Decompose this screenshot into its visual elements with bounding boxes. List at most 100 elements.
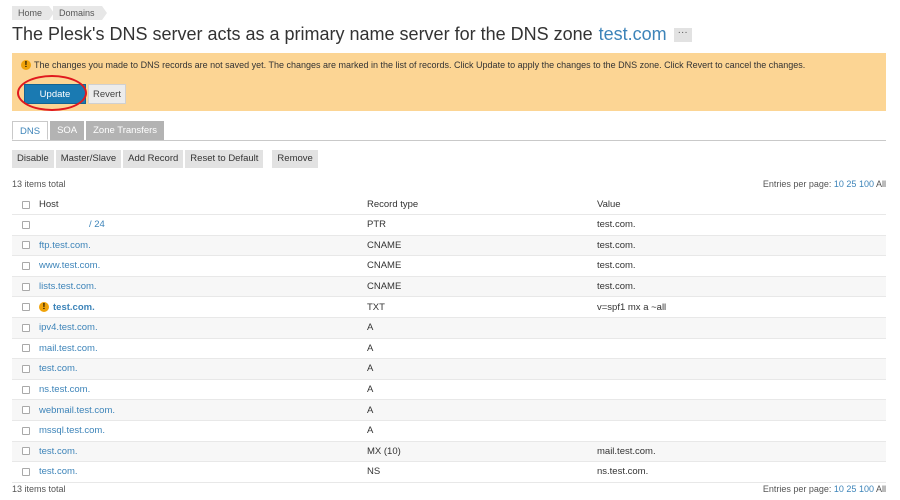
table-row-modified: ! test.com. TXT v=spf1 mx a ~all	[12, 297, 886, 318]
toolbar: Disable Master/Slave Add Record Reset to…	[12, 150, 320, 168]
host-link[interactable]: mail.test.com.	[39, 343, 98, 354]
row-checkbox[interactable]	[21, 364, 30, 373]
host-link[interactable]: webmail.test.com.	[39, 405, 115, 416]
row-checkbox[interactable]	[21, 261, 30, 270]
record-type: NS	[367, 466, 381, 478]
host-link[interactable]: test.com.	[39, 466, 78, 477]
column-value[interactable]: Value	[597, 199, 886, 210]
per-page-10[interactable]: 10	[834, 179, 844, 189]
row-checkbox[interactable]	[21, 406, 30, 415]
warning-text: The changes you made to DNS records are …	[34, 60, 806, 70]
per-page-10[interactable]: 10	[834, 484, 844, 494]
revert-button[interactable]: Revert	[88, 84, 126, 104]
more-actions-button[interactable]: ···	[673, 27, 692, 42]
tab-zone-transfers[interactable]: Zone Transfers	[86, 121, 165, 140]
entries-per-page-bottom: Entries per page: 10 25 100 All	[763, 484, 886, 494]
table-row: lists.test.com. CNAME test.com.	[12, 276, 886, 298]
row-checkbox[interactable]	[21, 220, 30, 229]
host-link[interactable]: ftp.test.com.	[39, 240, 91, 251]
breadcrumb-domains[interactable]: Domains	[53, 6, 107, 20]
per-page-25[interactable]: 25	[846, 484, 856, 494]
row-checkbox[interactable]	[21, 344, 30, 353]
row-checkbox[interactable]	[21, 467, 30, 476]
record-type: A	[367, 342, 374, 354]
record-value: v=spf1 mx a ~all	[597, 301, 667, 313]
per-page-label: Entries per page:	[762, 179, 832, 189]
host-link[interactable]: / 24	[89, 219, 105, 230]
table-row: ftp.test.com. CNAME test.com.	[12, 235, 886, 257]
record-value: mail.test.com.	[597, 445, 656, 457]
breadcrumb-home[interactable]: Home	[12, 6, 55, 20]
disable-button[interactable]: Disable	[12, 150, 54, 168]
table-header: Host Record type Value	[12, 195, 886, 215]
modified-warning-icon: !	[39, 302, 49, 313]
table-row: test.com. MX (10) mail.test.com.	[12, 441, 886, 463]
row-checkbox[interactable]	[21, 282, 30, 291]
per-page-all: All	[875, 484, 886, 494]
per-page-25[interactable]: 25	[846, 179, 856, 189]
per-page-all: All	[875, 179, 886, 189]
add-record-button[interactable]: Add Record	[123, 150, 184, 168]
record-type: CNAME	[367, 239, 402, 251]
host-link[interactable]: test.com.	[39, 363, 78, 374]
column-host[interactable]: Host	[39, 199, 367, 210]
column-record-type[interactable]: Record type	[367, 199, 597, 210]
table-row: mssql.test.com. A	[12, 421, 886, 442]
tab-divider	[12, 140, 886, 141]
table-row: webmail.test.com. A	[12, 400, 886, 421]
record-type: A	[367, 363, 374, 375]
record-type: A	[367, 404, 374, 416]
table-row: ns.test.com. A	[12, 380, 886, 401]
record-type: CNAME	[367, 260, 402, 272]
row-checkbox[interactable]	[21, 447, 30, 456]
items-total-bottom: 13 items total	[12, 484, 66, 494]
tab-dns[interactable]: DNS	[12, 121, 49, 140]
host-link[interactable]: mssql.test.com.	[39, 425, 105, 436]
tab-bar: DNS SOA Zone Transfers	[12, 121, 166, 140]
host-link[interactable]: lists.test.com.	[39, 281, 97, 292]
per-page-100[interactable]: 100	[859, 484, 874, 494]
dns-records-table: Host Record type Value / 24 PTR test.com…	[12, 195, 886, 483]
host-link[interactable]: ns.test.com.	[39, 384, 90, 395]
host-link[interactable]: www.test.com.	[39, 260, 100, 271]
per-page-label: Entries per page:	[762, 484, 832, 494]
row-checkbox[interactable]	[21, 323, 30, 332]
remove-button[interactable]: Remove	[272, 150, 318, 168]
record-type: MX (10)	[367, 445, 401, 457]
record-value: ns.test.com.	[597, 466, 649, 478]
warning-icon: !	[21, 60, 31, 70]
record-value: test.com.	[597, 219, 636, 231]
master-slave-button[interactable]: Master/Slave	[55, 150, 122, 168]
record-type: CNAME	[367, 281, 402, 293]
items-total-top: 13 items total	[12, 179, 66, 189]
record-value: test.com.	[597, 281, 636, 293]
unsaved-changes-warning: ! The changes you made to DNS records ar…	[12, 53, 886, 111]
host-link[interactable]: test.com.	[53, 302, 95, 313]
record-value: test.com.	[597, 260, 636, 272]
table-row: test.com. A	[12, 359, 886, 380]
tab-soa[interactable]: SOA	[50, 121, 85, 140]
record-type: TXT	[367, 301, 385, 313]
entries-per-page-top: Entries per page: 10 25 100 All	[763, 179, 886, 189]
host-link[interactable]: test.com.	[39, 446, 78, 457]
row-checkbox[interactable]	[21, 426, 30, 435]
host-link[interactable]: ipv4.test.com.	[39, 322, 98, 333]
table-row: test.com. NS ns.test.com.	[12, 462, 886, 483]
row-checkbox[interactable]	[21, 303, 30, 312]
select-all-checkbox[interactable]	[21, 200, 30, 209]
row-checkbox[interactable]	[21, 241, 30, 250]
record-type: PTR	[367, 219, 386, 231]
zone-link[interactable]: test.com	[599, 24, 667, 45]
page-title-text: The Plesk's DNS server acts as a primary…	[12, 24, 593, 44]
table-row: / 24 PTR test.com.	[12, 215, 886, 236]
row-checkbox[interactable]	[21, 385, 30, 394]
per-page-100[interactable]: 100	[859, 179, 874, 189]
record-type: A	[367, 322, 374, 334]
highlight-circle	[17, 75, 87, 111]
page-title: The Plesk's DNS server acts as a primary…	[12, 24, 692, 45]
table-row: www.test.com. CNAME test.com.	[12, 256, 886, 277]
reset-to-default-button[interactable]: Reset to Default	[185, 150, 264, 168]
breadcrumb: Home Domains	[12, 6, 107, 20]
record-value: test.com.	[597, 239, 636, 251]
record-type: A	[367, 384, 374, 396]
